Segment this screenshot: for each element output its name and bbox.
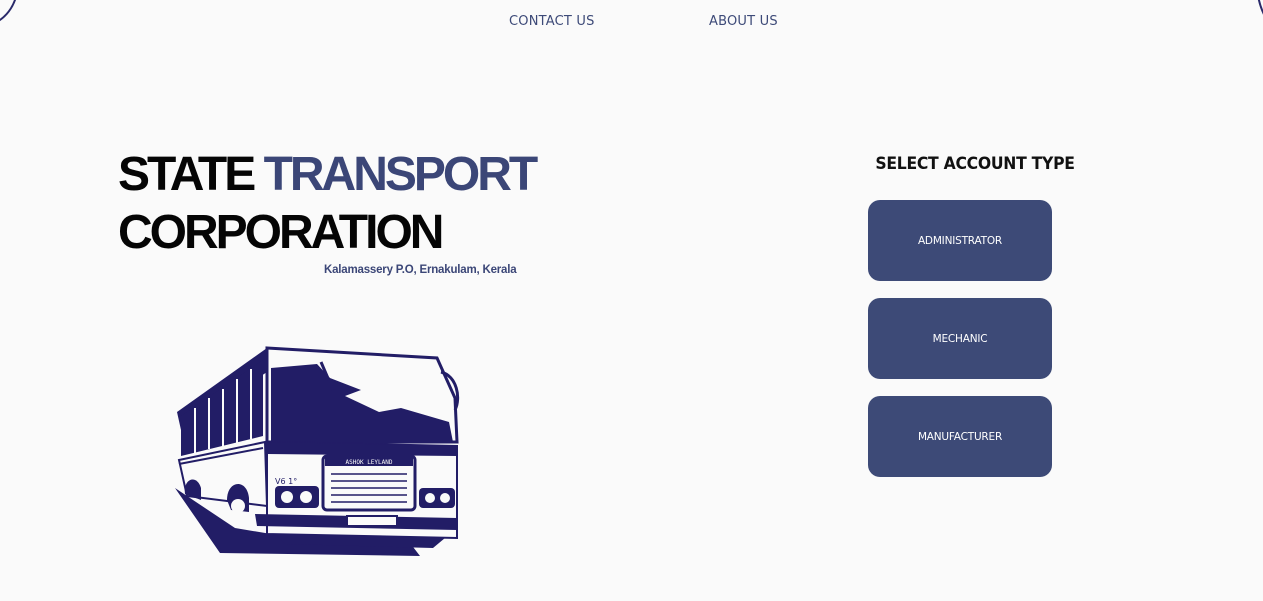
title-word-state: STATE — [118, 148, 256, 201]
manufacturer-button[interactable]: MANUFACTURER — [868, 396, 1052, 477]
account-type-heading: SELECT ACCOUNT TYPE — [875, 154, 1075, 174]
top-navigation: CONTACT US ABOUT US — [0, 14, 1263, 32]
page-title: STATE TRANSPORT CORPORATION — [118, 146, 539, 262]
account-type-panel: SELECT ACCOUNT TYPE ADMINISTRATOR MECHAN… — [868, 154, 1075, 494]
administrator-button[interactable]: ADMINISTRATOR — [868, 200, 1052, 281]
nav-about-us-link[interactable]: ABOUT US — [709, 14, 778, 29]
title-word-transport: TRANSPORT — [263, 148, 539, 201]
bus-front-sign: ASHOK LEYLAND — [346, 459, 393, 466]
bus-illustration: ASHOK LEYLAND V6 1° — [175, 346, 460, 556]
nav-contact-us-link[interactable]: CONTACT US — [509, 14, 595, 29]
landing-page: CONTACT US ABOUT US STATE TRANSPORT CORP… — [0, 0, 1263, 601]
mechanic-button[interactable]: MECHANIC — [868, 298, 1052, 379]
title-line-2: CORPORATION — [118, 206, 444, 259]
bus-side-number: V6 1° — [275, 477, 297, 486]
address-subtitle: Kalamassery P.O, Ernakulam, Kerala — [324, 264, 517, 276]
title-line-1: STATE TRANSPORT — [118, 146, 539, 204]
